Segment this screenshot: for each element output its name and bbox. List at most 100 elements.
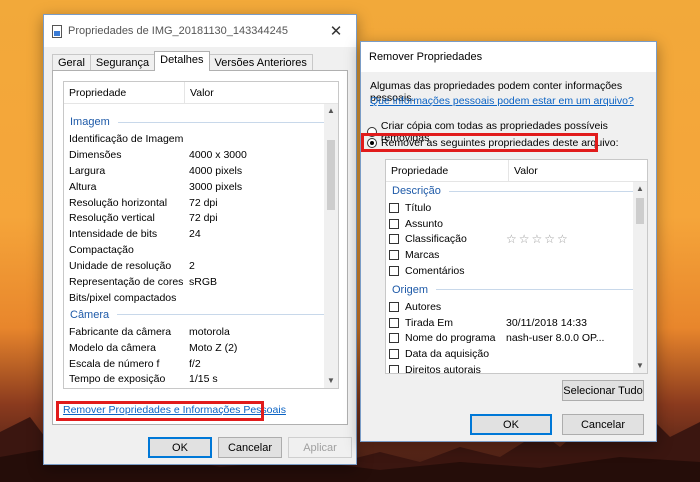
checkbox[interactable] xyxy=(389,266,399,277)
property-row[interactable]: Resolução vertical 72 dpi xyxy=(64,210,338,226)
group-header-camera: Câmera xyxy=(64,306,338,324)
checkbox[interactable] xyxy=(389,218,399,229)
property-name: Compactação xyxy=(69,244,134,257)
checkbox[interactable] xyxy=(389,301,399,312)
remove-properties-dialog: Remover Propriedades Algumas das proprie… xyxy=(360,41,657,442)
property-row[interactable]: Data da aquisição xyxy=(386,346,647,362)
highlight-remove-link xyxy=(56,401,264,421)
column-header-value[interactable]: Valor xyxy=(184,82,338,103)
scroll-down-icon[interactable]: ▼ xyxy=(324,374,338,388)
details-property-list[interactable]: Propriedade Valor Imagem Identificação d… xyxy=(63,81,339,389)
remove-property-list[interactable]: Propriedade Valor Descrição Título Assunt… xyxy=(385,159,648,374)
property-value: sRGB xyxy=(189,275,218,288)
apply-button[interactable]: Aplicar xyxy=(288,437,352,458)
group-label: Descrição xyxy=(392,185,441,197)
checkbox[interactable] xyxy=(389,250,399,261)
property-name: Assunto xyxy=(405,217,443,230)
property-name: Comentários xyxy=(405,265,465,278)
image-file-icon xyxy=(52,24,62,38)
property-row[interactable]: Escala de número f f/2 xyxy=(64,356,338,372)
column-header-value[interactable]: Valor xyxy=(508,160,647,181)
property-row[interactable]: Compactação xyxy=(64,242,338,258)
details-panel: Propriedade Valor Imagem Identificação d… xyxy=(52,70,348,425)
property-name: Marcas xyxy=(405,249,440,262)
tab-geral[interactable]: Geral xyxy=(52,54,91,71)
property-row[interactable]: Título xyxy=(386,200,647,216)
property-name: Intensidade de bits xyxy=(69,228,158,241)
property-name: Unidade de resolução xyxy=(69,260,172,273)
property-name: Tempo de exposição xyxy=(69,373,166,386)
column-header-property[interactable]: Propriedade xyxy=(386,165,508,177)
property-value: Moto Z (2) xyxy=(189,341,238,354)
checkbox[interactable] xyxy=(389,234,399,245)
property-name: Nome do programa xyxy=(405,332,496,345)
property-row[interactable]: Nome do programa nash-user 8.0.0 OP... xyxy=(386,331,647,347)
property-row[interactable]: Fabricante da câmera motorola xyxy=(64,324,338,340)
ok-button[interactable]: OK xyxy=(470,414,552,435)
checkbox[interactable] xyxy=(389,365,399,373)
property-name: Tirada Em xyxy=(405,316,454,329)
property-value: 24 xyxy=(189,228,201,241)
remove-title: Remover Propriedades xyxy=(369,51,483,63)
property-name: Representação de cores xyxy=(69,275,184,288)
properties-title: Propriedades de IMG_20181130_143344245 xyxy=(68,25,288,37)
group-header-imagem: Imagem xyxy=(64,113,338,131)
tab-versoes-anteriores[interactable]: Versões Anteriores xyxy=(208,54,313,71)
property-row[interactable]: Assunto xyxy=(386,216,647,232)
property-row[interactable]: Tirada Em 30/11/2018 14:33 xyxy=(386,315,647,331)
cancel-button[interactable]: Cancelar xyxy=(562,414,644,435)
property-value: f/2 xyxy=(189,357,201,370)
group-label: Origem xyxy=(392,283,429,296)
property-row[interactable]: Identificação de Imagem xyxy=(64,131,338,147)
scroll-thumb[interactable] xyxy=(636,198,644,224)
select-all-button[interactable]: Selecionar Tudo xyxy=(562,380,644,401)
checkbox[interactable] xyxy=(389,317,399,328)
property-row[interactable]: Classificação ☆☆☆☆☆ xyxy=(386,232,647,248)
checkbox[interactable] xyxy=(389,202,399,213)
column-header-property[interactable]: Propriedade xyxy=(64,87,184,99)
property-row[interactable]: Dimensões 4000 x 3000 xyxy=(64,147,338,163)
clipped-row xyxy=(64,104,338,113)
property-row[interactable]: Comentários xyxy=(386,263,647,279)
property-row[interactable]: Autores xyxy=(386,299,647,315)
property-name: Modelo da câmera xyxy=(69,341,156,354)
property-row[interactable]: Largura 4000 pixels xyxy=(64,163,338,179)
scroll-up-icon[interactable]: ▲ xyxy=(324,104,338,118)
property-row[interactable]: Marcas xyxy=(386,247,647,263)
property-value: 72 dpi xyxy=(189,196,218,209)
property-row[interactable]: Resolução horizontal 72 dpi xyxy=(64,195,338,211)
close-icon[interactable]: ✕ xyxy=(316,15,356,47)
property-row[interactable]: Intensidade de bits 24 xyxy=(64,226,338,242)
details-scrollbar[interactable]: ▲ ▼ xyxy=(324,104,338,388)
checkbox[interactable] xyxy=(389,333,399,344)
property-row[interactable]: Direitos autorais xyxy=(386,362,647,373)
property-value: 30/11/2018 14:33 xyxy=(506,316,587,329)
property-name: Classificação xyxy=(405,233,467,246)
personal-info-link[interactable]: Que informações pessoais podem estar em … xyxy=(370,95,634,107)
property-row[interactable]: Representação de cores sRGB xyxy=(64,274,338,290)
property-name: Título xyxy=(405,201,432,214)
property-value: nash-user 8.0.0 OP... xyxy=(506,332,605,345)
ok-button[interactable]: OK xyxy=(148,437,212,458)
property-row[interactable]: Tempo de exposição 1/15 s xyxy=(64,371,338,387)
tab-seguranca[interactable]: Segurança xyxy=(89,54,156,71)
property-name: Escala de número f xyxy=(69,357,160,370)
group-label: Imagem xyxy=(70,116,110,128)
scroll-thumb[interactable] xyxy=(327,140,335,210)
property-name: Dimensões xyxy=(69,148,122,161)
details-list-header: Propriedade Valor xyxy=(64,82,338,104)
tab-detalhes[interactable]: Detalhes xyxy=(154,51,210,71)
property-row[interactable]: Modelo da câmera Moto Z (2) xyxy=(64,340,338,356)
property-row[interactable]: Bits/pixel compactados xyxy=(64,290,338,306)
property-name: Bits/pixel compactados xyxy=(69,291,177,304)
cancel-button[interactable]: Cancelar xyxy=(218,437,282,458)
remove-list-scrollbar[interactable]: ▲ ▼ xyxy=(633,182,647,373)
property-row[interactable]: Unidade de resolução 2 xyxy=(64,258,338,274)
checkbox[interactable] xyxy=(389,349,399,360)
property-name: Autores xyxy=(405,300,442,313)
property-row[interactable]: Altura 3000 pixels xyxy=(64,179,338,195)
scroll-down-icon[interactable]: ▼ xyxy=(633,359,647,373)
property-value: 4000 x 3000 xyxy=(189,148,247,161)
property-value: 72 dpi xyxy=(189,212,218,225)
scroll-up-icon[interactable]: ▲ xyxy=(633,182,647,196)
